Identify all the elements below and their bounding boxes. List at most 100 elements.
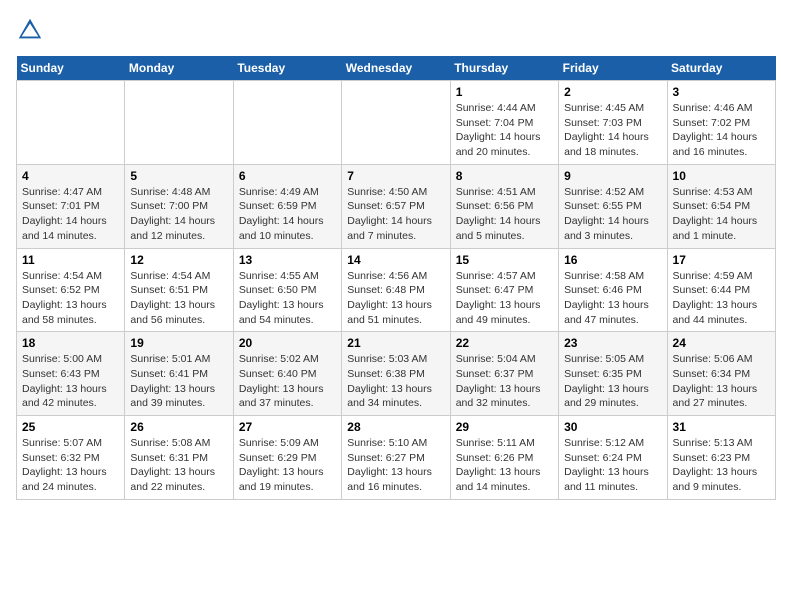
day-number: 2 (564, 85, 661, 99)
day-info: Sunrise: 5:07 AM Sunset: 6:32 PM Dayligh… (22, 436, 119, 495)
calendar-cell: 24 Sunrise: 5:06 AM Sunset: 6:34 PM Dayli… (667, 332, 775, 416)
day-info: Sunrise: 4:58 AM Sunset: 6:46 PM Dayligh… (564, 269, 661, 328)
calendar-cell: 22Sunrise: 5:04 AM Sunset: 6:37 PM Dayli… (450, 332, 558, 416)
day-info: Sunrise: 5:10 AM Sunset: 6:27 PM Dayligh… (347, 436, 444, 495)
calendar-cell: 17 Sunrise: 4:59 AM Sunset: 6:44 PM Dayli… (667, 248, 775, 332)
day-number: 29 (456, 420, 553, 434)
calendar-cell (17, 81, 125, 165)
day-number: 23 (564, 336, 661, 350)
calendar-cell: 11 Sunrise: 4:54 AM Sunset: 6:52 PM Dayli… (17, 248, 125, 332)
day-info: Sunrise: 4:51 AM Sunset: 6:56 PM Dayligh… (456, 185, 553, 244)
day-info: Sunrise: 4:49 AM Sunset: 6:59 PM Dayligh… (239, 185, 336, 244)
calendar-cell: 12 Sunrise: 4:54 AM Sunset: 6:51 PM Dayli… (125, 248, 233, 332)
calendar-week-row: 4 Sunrise: 4:47 AM Sunset: 7:01 PM Daylig… (17, 164, 776, 248)
calendar-cell: 15 Sunrise: 4:57 AM Sunset: 6:47 PM Dayli… (450, 248, 558, 332)
calendar-cell: 7 Sunrise: 4:50 AM Sunset: 6:57 PM Daylig… (342, 164, 450, 248)
calendar-cell: 10 Sunrise: 4:53 AM Sunset: 6:54 PM Dayli… (667, 164, 775, 248)
day-number: 28 (347, 420, 444, 434)
calendar-cell (125, 81, 233, 165)
day-number: 8 (456, 169, 553, 183)
day-info: Sunrise: 4:46 AM Sunset: 7:02 PM Dayligh… (673, 101, 770, 160)
calendar-cell: 29 Sunrise: 5:11 AM Sunset: 6:26 PM Dayli… (450, 416, 558, 500)
day-number: 26 (130, 420, 227, 434)
day-number: 31 (673, 420, 770, 434)
calendar-cell: 16 Sunrise: 4:58 AM Sunset: 6:46 PM Dayli… (559, 248, 667, 332)
day-info: Sunrise: 5:05 AM Sunset: 6:35 PM Dayligh… (564, 352, 661, 411)
day-info: Sunrise: 4:50 AM Sunset: 6:57 PM Dayligh… (347, 185, 444, 244)
day-number: 10 (673, 169, 770, 183)
day-number: 3 (673, 85, 770, 99)
day-info: Sunrise: 5:06 AM Sunset: 6:34 PM Dayligh… (673, 352, 770, 411)
day-info: Sunrise: 5:11 AM Sunset: 6:26 PM Dayligh… (456, 436, 553, 495)
day-info: Sunrise: 4:54 AM Sunset: 6:52 PM Dayligh… (22, 269, 119, 328)
day-info: Sunrise: 4:54 AM Sunset: 6:51 PM Dayligh… (130, 269, 227, 328)
day-number: 7 (347, 169, 444, 183)
calendar-cell: 1Sunrise: 4:44 AM Sunset: 7:04 PM Daylig… (450, 81, 558, 165)
calendar-cell: 21 Sunrise: 5:03 AM Sunset: 6:38 PM Dayli… (342, 332, 450, 416)
day-info: Sunrise: 5:01 AM Sunset: 6:41 PM Dayligh… (130, 352, 227, 411)
calendar-cell: 20Sunrise: 5:02 AM Sunset: 6:40 PM Dayli… (233, 332, 341, 416)
calendar-cell: 28 Sunrise: 5:10 AM Sunset: 6:27 PM Dayli… (342, 416, 450, 500)
calendar-cell: 31Sunrise: 5:13 AM Sunset: 6:23 PM Dayli… (667, 416, 775, 500)
day-info: Sunrise: 4:45 AM Sunset: 7:03 PM Dayligh… (564, 101, 661, 160)
day-number: 4 (22, 169, 119, 183)
calendar-cell: 3 Sunrise: 4:46 AM Sunset: 7:02 PM Daylig… (667, 81, 775, 165)
calendar-week-row: 18 Sunrise: 5:00 AM Sunset: 6:43 PM Dayli… (17, 332, 776, 416)
day-of-week-header: Friday (559, 56, 667, 81)
calendar-cell: 2 Sunrise: 4:45 AM Sunset: 7:03 PM Daylig… (559, 81, 667, 165)
calendar-table: SundayMondayTuesdayWednesdayThursdayFrid… (16, 56, 776, 500)
page-header (16, 16, 776, 44)
calendar-week-row: 1Sunrise: 4:44 AM Sunset: 7:04 PM Daylig… (17, 81, 776, 165)
day-number: 25 (22, 420, 119, 434)
calendar-cell: 6Sunrise: 4:49 AM Sunset: 6:59 PM Daylig… (233, 164, 341, 248)
day-number: 17 (673, 253, 770, 267)
calendar-cell: 23 Sunrise: 5:05 AM Sunset: 6:35 PM Dayli… (559, 332, 667, 416)
day-number: 5 (130, 169, 227, 183)
logo (16, 16, 48, 44)
day-info: Sunrise: 4:57 AM Sunset: 6:47 PM Dayligh… (456, 269, 553, 328)
day-info: Sunrise: 4:59 AM Sunset: 6:44 PM Dayligh… (673, 269, 770, 328)
calendar-cell: 5 Sunrise: 4:48 AM Sunset: 7:00 PM Daylig… (125, 164, 233, 248)
day-number: 24 (673, 336, 770, 350)
day-of-week-header: Monday (125, 56, 233, 81)
calendar-header-row: SundayMondayTuesdayWednesdayThursdayFrid… (17, 56, 776, 81)
calendar-cell: 25 Sunrise: 5:07 AM Sunset: 6:32 PM Dayli… (17, 416, 125, 500)
calendar-cell: 13Sunrise: 4:55 AM Sunset: 6:50 PM Dayli… (233, 248, 341, 332)
day-number: 18 (22, 336, 119, 350)
calendar-cell: 19 Sunrise: 5:01 AM Sunset: 6:41 PM Dayli… (125, 332, 233, 416)
day-of-week-header: Tuesday (233, 56, 341, 81)
calendar-cell (342, 81, 450, 165)
calendar-cell: 4 Sunrise: 4:47 AM Sunset: 7:01 PM Daylig… (17, 164, 125, 248)
calendar-cell: 27Sunrise: 5:09 AM Sunset: 6:29 PM Dayli… (233, 416, 341, 500)
day-number: 22 (456, 336, 553, 350)
day-info: Sunrise: 5:00 AM Sunset: 6:43 PM Dayligh… (22, 352, 119, 411)
calendar-cell (233, 81, 341, 165)
calendar-cell: 26 Sunrise: 5:08 AM Sunset: 6:31 PM Dayli… (125, 416, 233, 500)
day-of-week-header: Thursday (450, 56, 558, 81)
day-number: 21 (347, 336, 444, 350)
day-info: Sunrise: 5:03 AM Sunset: 6:38 PM Dayligh… (347, 352, 444, 411)
day-number: 9 (564, 169, 661, 183)
day-info: Sunrise: 5:09 AM Sunset: 6:29 PM Dayligh… (239, 436, 336, 495)
day-info: Sunrise: 5:08 AM Sunset: 6:31 PM Dayligh… (130, 436, 227, 495)
logo-icon (16, 16, 44, 44)
day-number: 12 (130, 253, 227, 267)
day-of-week-header: Wednesday (342, 56, 450, 81)
day-number: 30 (564, 420, 661, 434)
day-info: Sunrise: 4:53 AM Sunset: 6:54 PM Dayligh… (673, 185, 770, 244)
day-number: 11 (22, 253, 119, 267)
day-info: Sunrise: 4:47 AM Sunset: 7:01 PM Dayligh… (22, 185, 119, 244)
calendar-cell: 8 Sunrise: 4:51 AM Sunset: 6:56 PM Daylig… (450, 164, 558, 248)
day-number: 13 (239, 253, 336, 267)
day-number: 15 (456, 253, 553, 267)
day-info: Sunrise: 4:48 AM Sunset: 7:00 PM Dayligh… (130, 185, 227, 244)
day-info: Sunrise: 4:44 AM Sunset: 7:04 PM Dayligh… (456, 101, 553, 160)
day-number: 20 (239, 336, 336, 350)
day-of-week-header: Saturday (667, 56, 775, 81)
calendar-week-row: 11 Sunrise: 4:54 AM Sunset: 6:52 PM Dayli… (17, 248, 776, 332)
day-number: 16 (564, 253, 661, 267)
calendar-cell: 30 Sunrise: 5:12 AM Sunset: 6:24 PM Dayli… (559, 416, 667, 500)
day-info: Sunrise: 5:12 AM Sunset: 6:24 PM Dayligh… (564, 436, 661, 495)
day-number: 19 (130, 336, 227, 350)
calendar-cell: 9Sunrise: 4:52 AM Sunset: 6:55 PM Daylig… (559, 164, 667, 248)
